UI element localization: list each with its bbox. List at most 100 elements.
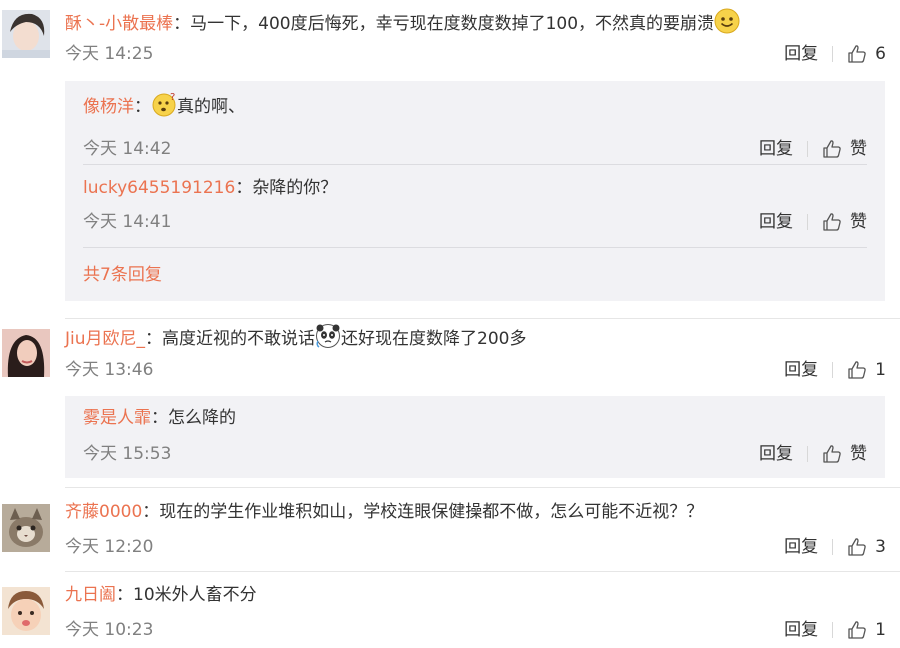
- like-count: 1: [875, 620, 886, 640]
- like-label: 赞: [850, 139, 867, 159]
- comment-divider: [65, 487, 900, 488]
- colon: ：: [235, 178, 253, 198]
- divider: [807, 446, 808, 462]
- divider: [832, 46, 834, 62]
- reply-button[interactable]: 回复: [784, 618, 832, 642]
- username-link[interactable]: 九日阖: [65, 585, 116, 605]
- reply-time: 今天 14:41: [83, 212, 172, 232]
- divider: [807, 214, 808, 230]
- avatar[interactable]: [2, 504, 50, 552]
- divider: [832, 362, 834, 378]
- thumbs-up-icon: [823, 213, 841, 231]
- reply-item: lucky6455191216：杂降的你？ 今天 14:41 回复 赞: [83, 176, 867, 246]
- like-count: 3: [875, 537, 886, 557]
- like-button[interactable]: 赞: [822, 442, 867, 466]
- comment-item: 九日阖：10米外人畜不分 今天 10:23 回复 1: [0, 572, 900, 648]
- comment-line: 齐藤0000：现在的学生作业堆积如山，学校连眼保健操都不做，怎么可能不近视？？: [65, 500, 703, 524]
- comment-line: 酥丶-小散最棒：马一下，400度后悔死，幸亏现在度数度数掉了100，不然真的要崩…: [65, 8, 740, 41]
- username-link[interactable]: Jiu月欧尼_: [65, 329, 145, 349]
- like-count: 6: [875, 44, 886, 64]
- reply-separator: [83, 164, 867, 165]
- reply-text: 怎么降的: [168, 408, 236, 428]
- reply-text: 真的啊、: [177, 97, 245, 117]
- confused-emoji: ?: [151, 91, 177, 124]
- reply-line: 雾是人霏：怎么降的: [83, 406, 236, 430]
- colon: ：: [151, 408, 168, 428]
- comment-actions: 回复 1: [784, 618, 886, 642]
- reply-line: lucky6455191216：杂降的你？: [83, 176, 337, 200]
- comment-time: 今天 10:23: [65, 620, 154, 640]
- like-button[interactable]: 赞: [822, 137, 867, 161]
- like-count: 1: [875, 360, 886, 380]
- reply-item: 像杨洋： ? 真的啊、 今天 14:42 回复 赞: [83, 91, 867, 161]
- like-label: 赞: [850, 212, 867, 232]
- reply-item: 雾是人霏：怎么降的 今天 15:53 回复 赞: [83, 406, 867, 476]
- thumbs-up-icon: [823, 140, 841, 158]
- comment-line: Jiu月欧尼_：高度近视的不敢说话 还好现在度数降了200多: [65, 323, 526, 356]
- thumbs-up-icon: [848, 361, 866, 379]
- colon: ：: [145, 329, 163, 349]
- divider: [832, 539, 834, 555]
- reply-button[interactable]: 回复: [784, 358, 832, 382]
- reply-actions: 回复 赞: [759, 137, 867, 161]
- comment-text: 马一下，400度后悔死，幸亏现在度数度数掉了100，不然真的要崩溃: [190, 14, 715, 34]
- divider: [807, 141, 808, 157]
- reply-time: 今天 14:42: [83, 139, 172, 159]
- reply-line: 像杨洋： ? 真的啊、: [83, 91, 245, 124]
- avatar[interactable]: [2, 587, 50, 635]
- like-label: 赞: [850, 444, 867, 464]
- panda-emoji: [315, 323, 341, 356]
- comment-text: 现在的学生作业堆积如山，学校连眼保健操都不做，怎么可能不近视？？: [159, 502, 704, 522]
- thumbs-up-icon: [848, 45, 866, 63]
- reply-list: 雾是人霏：怎么降的 今天 15:53 回复 赞: [65, 396, 885, 478]
- reply-button[interactable]: 回复: [759, 442, 807, 466]
- colon: ：: [116, 585, 133, 605]
- comment-time: 今天 12:20: [65, 537, 154, 557]
- colon: ：: [173, 14, 191, 34]
- more-replies-link[interactable]: 共7条回复: [83, 263, 162, 287]
- reply-time: 今天 15:53: [83, 444, 172, 464]
- reply-actions: 回复 赞: [759, 442, 867, 466]
- reply-actions: 回复 赞: [759, 210, 867, 234]
- thumbs-up-icon: [823, 445, 841, 463]
- avatar[interactable]: [2, 329, 50, 377]
- comment-text: 高度近视的不敢说话: [162, 329, 316, 349]
- like-button[interactable]: 6: [847, 42, 886, 66]
- comment-actions: 回复 3: [784, 535, 886, 559]
- colon: ：: [134, 97, 151, 117]
- reply-button[interactable]: 回复: [759, 137, 807, 161]
- comment-actions: 回复 6: [784, 42, 886, 66]
- comment-text: 还好现在度数降了200多: [341, 329, 527, 349]
- reply-separator: [83, 247, 867, 248]
- comment-text: 10米外人畜不分: [133, 585, 257, 605]
- thumbs-up-icon: [848, 538, 866, 556]
- svg-text:?: ?: [170, 92, 175, 103]
- comment-divider: [65, 318, 900, 319]
- username-link[interactable]: lucky6455191216: [83, 178, 235, 198]
- reply-list: 像杨洋： ? 真的啊、 今天 14:42 回复 赞 lucky645519121…: [65, 81, 885, 301]
- divider: [832, 622, 834, 638]
- comment-item: 齐藤0000：现在的学生作业堆积如山，学校连眼保健操都不做，怎么可能不近视？？ …: [0, 490, 900, 572]
- thumbs-up-icon: [848, 621, 866, 639]
- reply-button[interactable]: 回复: [784, 42, 832, 66]
- username-link[interactable]: 齐藤0000: [65, 502, 142, 522]
- avatar[interactable]: [2, 10, 50, 58]
- smile-emoji: [714, 8, 740, 41]
- reply-text: 杂降的你？: [252, 178, 338, 198]
- username-link[interactable]: 酥丶-小散最棒: [65, 14, 173, 34]
- like-button[interactable]: 3: [847, 535, 886, 559]
- comment-time: 今天 13:46: [65, 360, 154, 380]
- like-button[interactable]: 1: [847, 358, 886, 382]
- comment-item: 酥丶-小散最棒：马一下，400度后悔死，幸亏现在度数度数掉了100，不然真的要崩…: [0, 0, 900, 320]
- reply-button[interactable]: 回复: [784, 535, 832, 559]
- comment-line: 九日阖：10米外人畜不分: [65, 583, 257, 607]
- username-link[interactable]: 雾是人霏: [83, 408, 151, 428]
- comment-actions: 回复 1: [784, 358, 886, 382]
- comment-item: Jiu月欧尼_：高度近视的不敢说话 还好现在度数降了200多 今天 13:46 …: [0, 320, 900, 490]
- like-button[interactable]: 赞: [822, 210, 867, 234]
- like-button[interactable]: 1: [847, 618, 886, 642]
- username-link[interactable]: 像杨洋: [83, 97, 134, 117]
- comment-time: 今天 14:25: [65, 44, 154, 64]
- colon: ：: [142, 502, 160, 522]
- reply-button[interactable]: 回复: [759, 210, 807, 234]
